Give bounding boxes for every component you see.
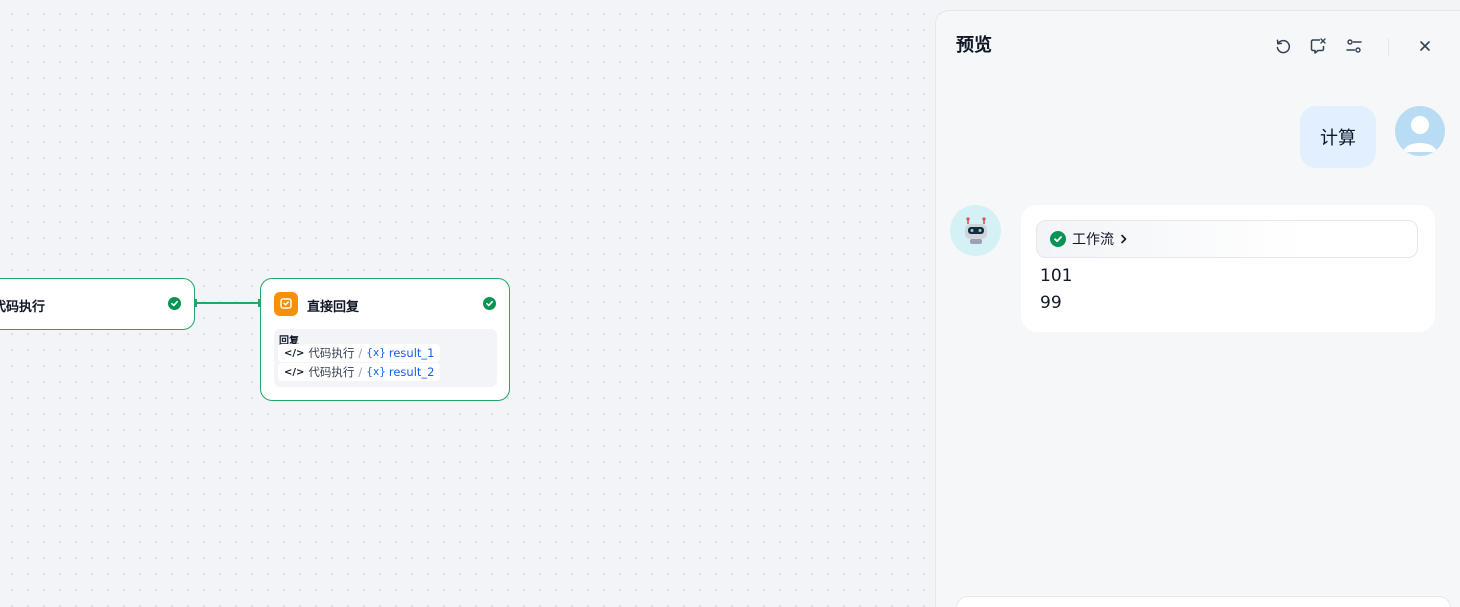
edge-source-handle[interactable] <box>194 299 197 307</box>
variable-name: result_1 <box>388 346 435 360</box>
variable-reference: </> 代码执行 / {x} result_1 <box>278 344 441 362</box>
code-execution-node[interactable]: 代码执行 <box>0 278 195 330</box>
variables-settings-icon[interactable] <box>1344 36 1364 56</box>
code-icon: </> <box>284 347 305 359</box>
chat-input-box[interactable] <box>956 596 1451 607</box>
success-check-icon <box>1050 231 1066 247</box>
bot-avatar <box>950 205 1001 256</box>
direct-reply-node[interactable]: 直接回复 回复 </> 代码执行 / {x} result_1 </> 代码执行… <box>260 278 510 401</box>
toolbar-divider <box>1388 38 1389 56</box>
reply-node-title: 直接回复 <box>307 300 360 315</box>
close-icon[interactable] <box>1415 36 1435 56</box>
path-separator: / <box>358 365 363 379</box>
path-separator: / <box>358 346 363 360</box>
code-icon: </> <box>284 366 305 378</box>
preview-panel: 预览 计算 工作流 101 99 <box>935 10 1460 607</box>
code-node-title: 代码执行 <box>0 300 46 315</box>
panel-title: 预览 <box>956 35 992 56</box>
variable-source: 代码执行 <box>308 346 355 360</box>
variable-reference: </> 代码执行 / {x} result_2 <box>278 363 441 381</box>
reply-content-box: 回复 </> 代码执行 / {x} result_1 </> 代码执行 / {x… <box>274 329 497 387</box>
variable-icon: {x} <box>366 366 386 378</box>
robot-icon <box>964 216 987 244</box>
variable-source: 代码执行 <box>308 365 355 379</box>
restart-icon[interactable] <box>1273 36 1293 56</box>
answer-line: 99 <box>1040 293 1062 313</box>
user-avatar <box>1395 106 1445 156</box>
success-check-icon <box>483 297 496 310</box>
bot-message-bubble: 工作流 101 99 <box>1021 205 1435 332</box>
chat-feature-icon[interactable] <box>1308 36 1328 56</box>
workflow-label: 工作流 <box>1072 232 1114 248</box>
node-connection-edge[interactable] <box>195 302 260 304</box>
reply-node-icon <box>274 292 298 316</box>
chevron-right-icon <box>1120 234 1128 244</box>
variable-icon: {x} <box>366 347 386 359</box>
success-check-icon <box>168 297 181 310</box>
variable-name: result_2 <box>388 365 435 379</box>
answer-line: 101 <box>1040 266 1073 286</box>
user-message-bubble: 计算 <box>1300 106 1376 168</box>
user-message-text: 计算 <box>1320 128 1356 149</box>
workflow-status-chip[interactable]: 工作流 <box>1036 220 1418 258</box>
